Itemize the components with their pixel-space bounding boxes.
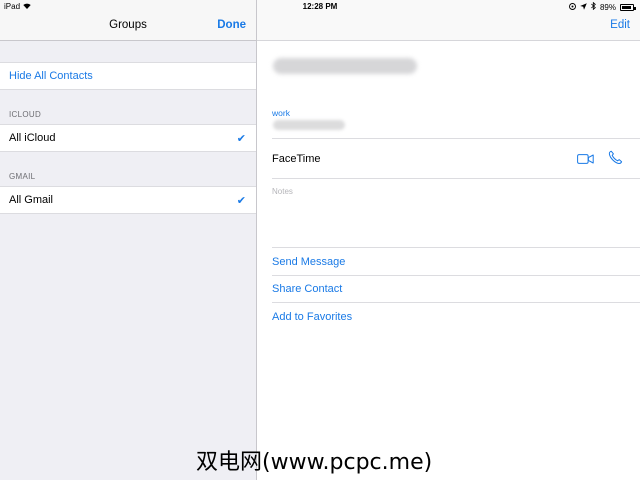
checkmark-icon: ✔ [236,133,246,145]
group-item-all-gmail[interactable]: All Gmail ✔ [0,186,256,214]
group-item-label: All iCloud [9,132,56,144]
group-item-all-icloud[interactable]: All iCloud ✔ [0,124,256,152]
status-bar: iPad 12:28 PM 89% [0,0,640,14]
section-header-icloud: ICLOUD [9,110,42,119]
status-time: 12:28 PM [302,2,338,11]
phone-icon[interactable] [608,150,623,170]
hide-all-contacts-row[interactable]: Hide All Contacts [0,62,256,90]
bluetooth-icon [591,1,596,12]
work-field-value-blurred[interactable] [273,120,345,130]
facetime-label: FaceTime [272,153,321,165]
battery-percent: 89% [599,2,616,12]
divider [272,275,640,276]
battery-icon [620,3,636,11]
divider [272,302,640,303]
contact-name-blurred [273,58,417,74]
lock-rotation-icon [569,2,576,12]
edit-button[interactable]: Edit [610,19,630,31]
section-header-gmail: GMAIL [9,172,36,181]
share-contact-button[interactable]: Share Contact [272,283,342,295]
divider [272,247,640,248]
notes-field[interactable]: Notes [272,187,293,196]
divider [272,178,640,179]
groups-pane: Groups Done Hide All Contacts ICLOUD All… [0,0,257,480]
video-camera-icon[interactable] [577,152,594,170]
work-field-label: work [272,108,290,118]
done-button[interactable]: Done [217,19,246,31]
status-bar-right: 89% [569,1,636,12]
hide-all-contacts-label: Hide All Contacts [9,70,93,82]
watermark: 双电网(www.pcpc.me) [196,450,433,475]
checkmark-icon: ✔ [236,195,246,207]
group-item-label: All Gmail [9,194,54,206]
divider [272,138,640,139]
location-icon [580,2,587,12]
add-to-favorites-button[interactable]: Add to Favorites [272,311,352,323]
send-message-button[interactable]: Send Message [272,256,345,268]
contact-detail-pane: Edit work FaceTime Notes Send Message Sh… [257,0,640,480]
